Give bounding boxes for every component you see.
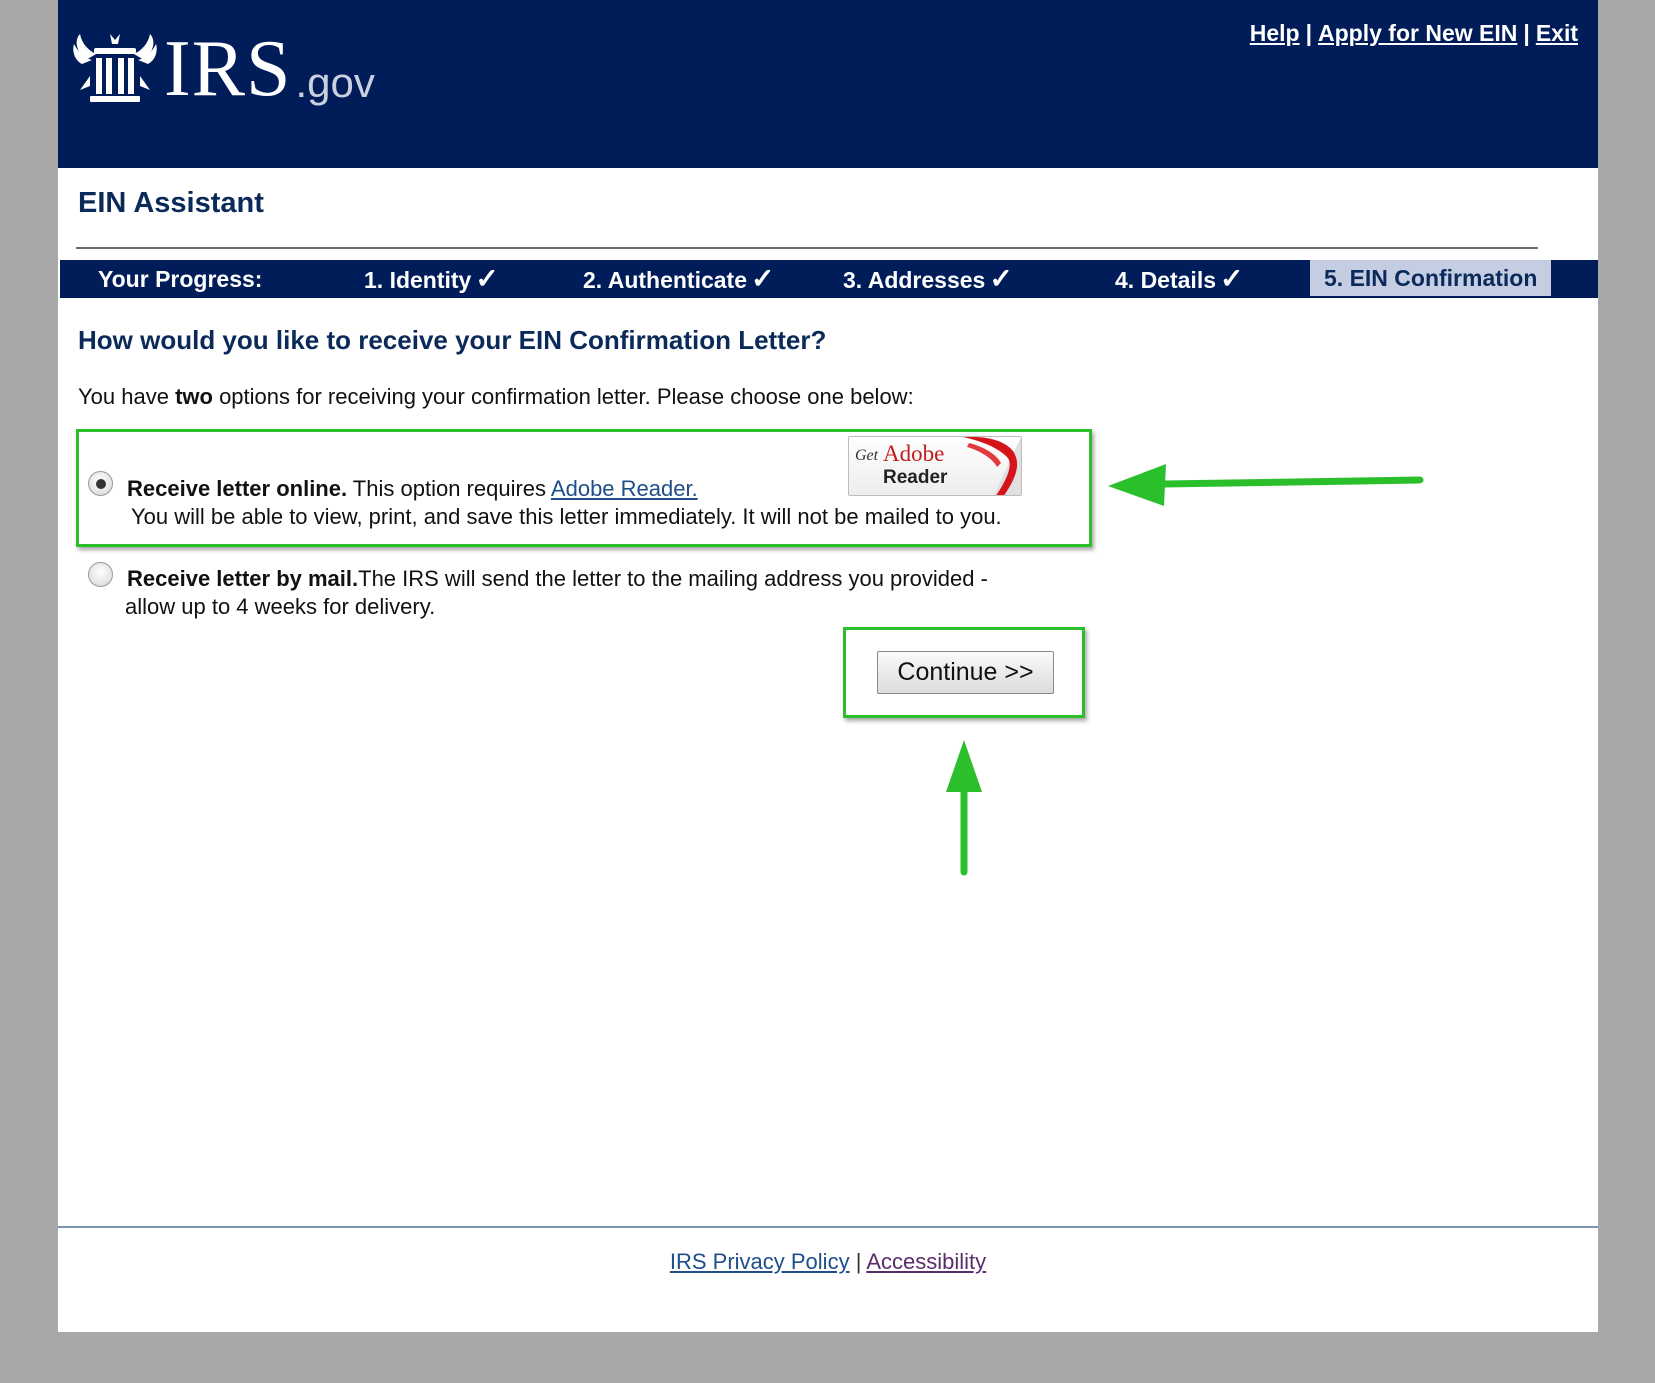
online-option-line2: You will be able to view, print, and sav…	[131, 504, 1002, 529]
page-title: EIN Assistant	[78, 187, 264, 219]
irs-eagle-icon	[73, 34, 157, 102]
online-option-line1: Receive letter online. This option requi…	[127, 476, 698, 502]
radio-selected-dot	[96, 479, 106, 489]
badge-reader-text: Reader	[883, 467, 948, 488]
get-adobe-reader-badge[interactable]: Get Adobe Reader	[848, 436, 1022, 496]
green-arrow-left-icon	[1108, 464, 1424, 506]
footer-separator: |	[855, 1249, 862, 1274]
privacy-policy-link[interactable]: IRS Privacy Policy	[670, 1249, 850, 1274]
intro-bold: two	[175, 384, 213, 409]
badge-adobe-text: Adobe	[883, 441, 945, 466]
checkmark-icon: ✓	[1220, 263, 1244, 294]
adobe-reader-link[interactable]: Adobe Reader.	[551, 476, 698, 501]
step-label: 1. Identity	[364, 267, 472, 293]
progress-step-ein-confirmation: 5. EIN Confirmation	[1310, 260, 1552, 296]
mail-option-line1: Receive letter by mail.The IRS will send…	[127, 566, 988, 592]
progress-step-identity: 1. Identity ✓	[364, 260, 499, 298]
online-option-text: This option requires	[347, 476, 551, 501]
exit-link[interactable]: Exit	[1536, 20, 1578, 46]
green-arrow-up-icon	[946, 740, 982, 876]
checkmark-icon: ✓	[751, 263, 775, 294]
step-label: 2. Authenticate	[583, 267, 748, 293]
checkmark-icon: ✓	[989, 263, 1013, 294]
continue-button[interactable]: Continue >>	[877, 651, 1054, 694]
logo-irs-text: IRS	[164, 25, 292, 113]
receive-mail-radio[interactable]	[88, 562, 113, 587]
page: IRS .gov Help | Apply for New EIN | Exit EIN…	[58, 0, 1598, 1332]
step-label: 3. Addresses	[843, 267, 986, 293]
link-separator: |	[1523, 20, 1530, 46]
intro-pre: You have	[78, 384, 176, 409]
question-heading: How would you like to receive your EIN C…	[78, 325, 827, 355]
help-link[interactable]: Help	[1250, 20, 1300, 46]
link-separator: |	[1305, 20, 1313, 46]
intro-post: options for receiving your confirmation …	[212, 384, 914, 409]
intro-text: You have two options for receiving your …	[78, 384, 914, 410]
progress-step-authenticate: 2. Authenticate ✓	[583, 260, 774, 298]
mail-option-line2: allow up to 4 weeks for delivery.	[125, 594, 436, 619]
mail-option-text: The IRS will send the letter to the mail…	[358, 566, 988, 591]
step-label: 4. Details	[1115, 267, 1216, 293]
receive-online-radio[interactable]	[88, 471, 113, 496]
footer-links: IRS Privacy Policy | Accessibility	[58, 1249, 1598, 1275]
accessibility-link[interactable]: Accessibility	[866, 1249, 986, 1274]
top-links: Help | Apply for New EIN | Exit	[1250, 20, 1578, 47]
apply-new-ein-link[interactable]: Apply for New EIN	[1318, 20, 1517, 46]
irs-logo[interactable]: IRS .gov	[72, 25, 375, 113]
online-option-title: Receive letter online.	[127, 476, 348, 501]
checkmark-icon: ✓	[475, 263, 499, 294]
progress-bar: Your Progress: 1. Identity ✓ 2. Authentic…	[60, 260, 1598, 298]
adobe-reader-icon	[963, 437, 1021, 495]
mail-option-title: Receive letter by mail.	[127, 566, 359, 591]
progress-label: Your Progress:	[98, 266, 263, 292]
progress-step-details: 4. Details ✓	[1115, 260, 1243, 298]
title-divider	[76, 247, 1538, 249]
footer-divider	[58, 1226, 1598, 1228]
badge-get-text: Get	[855, 447, 879, 464]
logo-gov-text: .gov	[295, 59, 375, 106]
site-header: IRS .gov Help | Apply for New EIN | Exit	[58, 0, 1598, 168]
progress-step-addresses: 3. Addresses ✓	[843, 260, 1013, 298]
